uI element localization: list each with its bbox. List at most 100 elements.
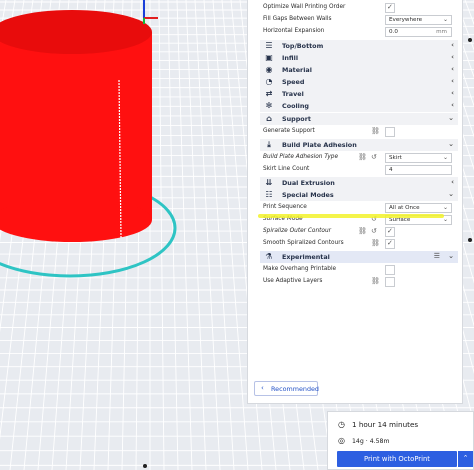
material-icon: ◉ [265,65,273,74]
setting-generate-support: Generate Support ⛓ [248,126,464,138]
category-build-plate-adhesion[interactable]: ⤓ Build Plate Adhesion ⌄ [260,139,458,151]
experimental-icon: ⚗ [265,252,273,261]
setting-overhang-printable: Make Overhang Printable [248,264,464,276]
check-icon: ✓ [387,227,393,235]
setting-label: Optimize Wall Printing Order [263,4,346,10]
chevron-up-icon: ⌃ [462,454,469,462]
print-info-card: ◷ 1 hour 14 minutes ◎ 14g · 4.58m Print wi… [327,411,474,470]
category-label: Infill [282,54,299,62]
chevron-left-icon: ‹ [261,384,264,392]
generate-support-checkbox[interactable] [385,127,395,137]
overhang-checkbox[interactable] [385,265,395,275]
link-icon[interactable]: ⛓ [358,227,367,235]
view-dot-bottom [143,464,147,468]
chevron-down-icon: ⌄ [442,154,448,161]
setting-skirt-line-count: Skirt Line Count 4 [248,164,464,176]
category-label: Build Plate Adhesion [282,141,357,149]
chevron-left-icon: ‹ [451,101,454,109]
category-special-modes[interactable]: ☷ Special Modes ⌄ [260,189,458,201]
link-icon[interactable]: ⛓ [371,277,380,285]
chevron-left-icon: ‹ [451,178,454,186]
category-top-bottom[interactable]: ☰ Top/Bottom ‹ [260,40,458,52]
setting-label: Print Sequence [263,204,307,210]
travel-icon: ⇄ [265,89,273,98]
chevron-down-icon: ⌄ [448,140,454,148]
setting-label: Use Adaptive Layers [263,278,323,284]
speed-icon: ◔ [265,77,273,86]
link-icon[interactable]: ⛓ [358,153,367,161]
link-icon[interactable]: ⛓ [371,127,380,135]
print-settings-panel: Optimize Wall Printing Order ✓ Fill Gaps… [247,0,463,404]
category-speed[interactable]: ◔ Speed ‹ [260,76,458,88]
input-value: 0.0 [389,29,398,35]
adhesion-type-dropdown[interactable]: Skirt ⌄ [385,153,452,163]
chevron-left-icon: ‹ [451,53,454,61]
adaptive-layers-checkbox[interactable] [385,277,395,287]
recommended-button[interactable]: ‹ Recommended [254,381,319,396]
category-label: Cooling [282,102,309,110]
check-icon: ✓ [387,239,393,247]
check-icon: ✓ [387,3,393,11]
material-usage-row: ◎ 14g · 4.58m [338,436,390,445]
chevron-left-icon: ‹ [451,77,454,85]
setting-optimize-wall-order: Optimize Wall Printing Order ✓ [248,2,464,14]
chevron-down-icon: ⌄ [448,114,454,122]
setting-spiralize: Spiralize Outer Contour ⛓ ↺ ✓ [248,226,464,238]
spiralize-checkbox[interactable]: ✓ [385,227,395,237]
print-time-row: ◷ 1 hour 14 minutes [338,420,418,429]
category-dual-extrusion[interactable]: ⇊ Dual Extrusion ‹ [260,177,458,189]
category-label: Travel [282,90,304,98]
category-cooling[interactable]: ✻ Cooling ‹ [260,100,458,112]
category-support[interactable]: ⌂ Support ⌄ [260,113,458,125]
setting-adhesion-type: Build Plate Adhesion Type ⛓ ↺ Skirt ⌄ [248,152,464,164]
setting-label: Make Overhang Printable [263,266,337,272]
category-label: Speed [282,78,305,86]
input-value: 4 [389,167,393,173]
chevron-down-icon: ⌄ [442,216,448,223]
reset-icon[interactable]: ↺ [371,227,377,235]
recommended-label: Recommended [271,385,319,393]
clock-icon: ◷ [338,420,345,429]
setting-adaptive-layers: Use Adaptive Layers ⛓ [248,276,464,288]
support-icon: ⌂ [266,114,272,123]
setting-label: Generate Support [263,128,315,134]
chevron-left-icon: ‹ [451,41,454,49]
sliders-icon[interactable]: ☰ [434,252,440,260]
category-experimental[interactable]: ⚗ Experimental ☰ ⌄ [260,251,458,263]
special-modes-icon: ☷ [265,190,273,199]
category-travel[interactable]: ⇄ Travel ‹ [260,88,458,100]
print-with-octoprint-button[interactable]: Print with OctoPrint [337,451,457,467]
category-label: Material [282,66,312,74]
horizontal-expansion-input[interactable]: 0.0 mm [385,27,452,37]
print-time: 1 hour 14 minutes [352,420,419,429]
dropdown-value: Skirt [389,155,402,161]
dropdown-value: Everywhere [389,17,423,23]
view-dot-top [468,38,472,42]
link-icon[interactable]: ⛓ [371,239,380,247]
chevron-left-icon: ‹ [451,89,454,97]
smooth-spiralized-checkbox[interactable]: ✓ [385,239,395,249]
category-label: Experimental [282,253,330,261]
skirt-line-count-input[interactable]: 4 [385,165,452,175]
print-sequence-dropdown[interactable]: All at Once ⌄ [385,203,452,213]
setting-print-sequence: Print Sequence All at Once ⌄ [248,202,464,214]
category-material[interactable]: ◉ Material ‹ [260,64,458,76]
reset-icon[interactable]: ↺ [371,153,377,161]
category-label: Support [282,115,311,123]
optimize-wall-checkbox[interactable]: ✓ [385,3,395,13]
cooling-icon: ✻ [265,101,273,110]
infill-icon: ▣ [265,53,273,62]
spool-icon: ◎ [338,436,345,445]
category-label: Dual Extrusion [282,179,335,187]
print-options-button[interactable]: ⌃ [458,451,473,467]
print-button-label: Print with OctoPrint [364,455,430,463]
category-infill[interactable]: ▣ Infill ‹ [260,52,458,64]
fill-gaps-dropdown[interactable]: Everywhere ⌄ [385,15,452,25]
setting-smooth-spiralized: Smooth Spiralized Contours ⛓ ✓ [248,238,464,250]
input-unit: mm [436,29,447,35]
chevron-down-icon: ⌄ [442,204,448,211]
chevron-down-icon: ⌄ [448,190,454,198]
dual-extrusion-icon: ⇊ [265,178,273,187]
cylinder-model [0,32,152,220]
dropdown-value: All at Once [389,205,420,211]
